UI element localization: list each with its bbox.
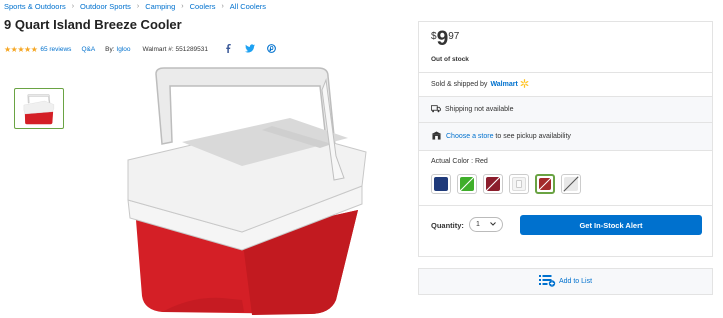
product-thumbnail[interactable] — [14, 88, 64, 129]
product-main-image[interactable] — [122, 60, 372, 316]
quantity-select[interactable]: 1 — [469, 217, 503, 232]
pickup-text: to see pickup availability — [493, 133, 571, 140]
color-swatch[interactable] — [457, 174, 477, 194]
by-label: By: — [105, 46, 115, 53]
unavailable-strike-icon — [563, 176, 579, 192]
divider — [419, 150, 712, 151]
truck-icon — [431, 104, 441, 115]
stock-status: Out of stock — [431, 56, 469, 63]
quantity-label: Quantity: — [431, 221, 464, 230]
reviews-link[interactable]: 65 reviews — [40, 46, 71, 53]
breadcrumb-camping[interactable]: Camping — [145, 2, 175, 11]
shipping-status: Shipping not available — [445, 106, 514, 113]
walmart-spark-icon — [520, 79, 529, 90]
chevron-right-icon: › — [181, 3, 184, 10]
shipping-row: Shipping not available — [419, 96, 712, 122]
buy-box: $ 9 97 Out of stock Sold & shipped by Wa… — [418, 21, 713, 257]
color-swatches — [431, 174, 581, 194]
seller-link[interactable]: Walmart — [490, 81, 517, 88]
breadcrumb-coolers[interactable]: Coolers — [190, 2, 216, 11]
share-icons — [224, 44, 276, 55]
cooler-thumbnail-image — [23, 94, 54, 124]
pinterest-icon[interactable] — [267, 44, 276, 55]
color-swatch[interactable] — [561, 174, 581, 194]
cooler-swatch-icon — [516, 180, 522, 188]
product-title: 9 Quart Island Breeze Cooler — [4, 17, 182, 32]
price: $ 9 97 — [431, 27, 460, 50]
facebook-icon[interactable] — [224, 44, 233, 55]
list-add-icon — [538, 274, 559, 289]
color-swatch-chip — [434, 177, 448, 191]
chevron-right-icon: › — [221, 3, 224, 10]
add-to-list-label: Add to List — [558, 278, 593, 285]
chevron-right-icon: › — [136, 3, 140, 10]
color-swatch[interactable] — [509, 174, 529, 194]
brand-link[interactable]: Igloo — [116, 46, 130, 53]
twitter-icon[interactable] — [245, 44, 256, 55]
brand-byline: By: Igloo — [105, 46, 130, 53]
chevron-down-icon — [490, 221, 496, 228]
chevron-right-icon: › — [71, 3, 75, 10]
color-swatch[interactable] — [535, 174, 555, 194]
breadcrumb-sports-outdoors[interactable]: Sports & Outdoors — [4, 2, 66, 11]
color-swatch[interactable] — [431, 174, 451, 194]
product-meta: ★★★★★ 65 reviews Q&A By: Igloo Walmart #… — [4, 44, 276, 55]
choose-store-link[interactable]: Choose a store — [446, 133, 493, 140]
quantity-value: 1 — [476, 221, 480, 228]
unavailable-strike-icon — [538, 177, 552, 191]
store-icon — [431, 131, 442, 142]
seller-row: Sold & shipped by Walmart — [419, 72, 712, 96]
color-swatch[interactable] — [483, 174, 503, 194]
qa-link[interactable]: Q&A — [81, 46, 95, 53]
unavailable-strike-icon — [485, 176, 501, 192]
divider — [419, 205, 712, 206]
unavailable-strike-icon — [459, 176, 475, 192]
breadcrumb-outdoor-sports[interactable]: Outdoor Sports — [80, 2, 131, 11]
breadcrumb-all-coolers[interactable]: All Coolers — [230, 2, 266, 11]
price-dollars: 9 — [436, 27, 449, 50]
pickup-row: Choose a store to see pickup availabilit… — [419, 122, 712, 150]
breadcrumb: Sports & Outdoors › Outdoor Sports › Cam… — [4, 2, 266, 11]
rating-stars[interactable]: ★★★★★ — [4, 45, 38, 54]
actual-color-label: Actual Color : Red — [431, 158, 488, 165]
sold-by-label: Sold & shipped by — [431, 81, 488, 88]
get-in-stock-alert-button[interactable]: Get In-Stock Alert — [520, 215, 702, 235]
walmart-number: Walmart #: 551289531 — [142, 46, 209, 53]
cooler-image — [127, 67, 367, 315]
add-to-list-button[interactable]: Add to List — [418, 268, 713, 295]
price-cents: 97 — [448, 31, 460, 42]
